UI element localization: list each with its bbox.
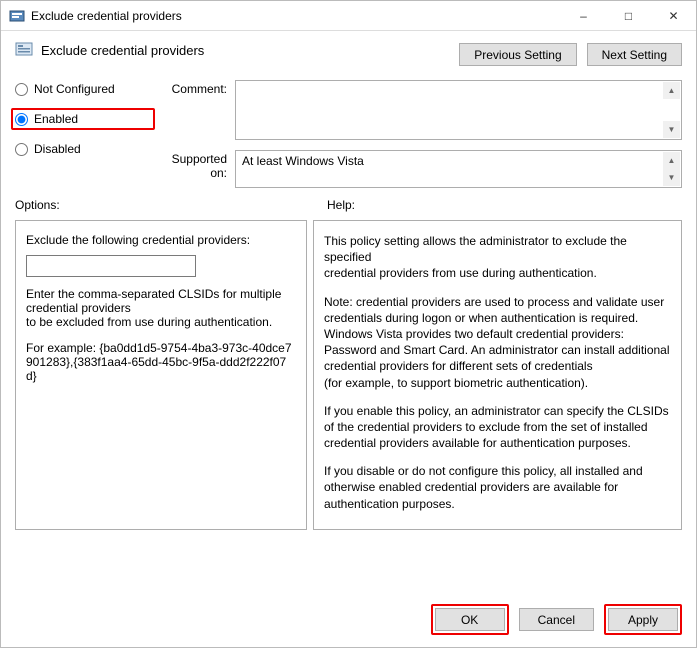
supported-text: At least Windows Vista [242, 154, 364, 168]
apply-button[interactable]: Apply [608, 608, 678, 631]
close-button[interactable]: ✕ [651, 1, 696, 30]
highlight-ok: OK [431, 604, 509, 635]
radio-enabled-label: Enabled [34, 112, 78, 126]
radio-not-configured-label: Not Configured [34, 82, 115, 96]
titlebar: Exclude credential providers – □ ✕ [1, 1, 696, 31]
exclude-providers-input[interactable] [26, 255, 196, 277]
radio-not-configured[interactable]: Not Configured [15, 82, 155, 96]
minimize-button[interactable]: – [561, 1, 606, 30]
next-setting-button[interactable]: Next Setting [587, 43, 682, 66]
options-example: For example: {ba0dd1d5-9754-4ba3-973c-40… [26, 341, 296, 383]
app-icon [9, 8, 25, 24]
radio-enabled[interactable]: Enabled [15, 112, 78, 126]
window-title: Exclude credential providers [31, 9, 561, 23]
options-panel: Exclude the following credential provide… [15, 220, 307, 530]
radio-disabled[interactable]: Disabled [15, 142, 155, 156]
policy-icon [15, 41, 33, 59]
maximize-button[interactable]: □ [606, 1, 651, 30]
window-controls: – □ ✕ [561, 1, 696, 30]
scroll-down-icon[interactable]: ▼ [663, 121, 680, 138]
highlight-apply: Apply [604, 604, 682, 635]
help-p2: Note: credential providers are used to p… [324, 294, 671, 391]
options-field-label: Exclude the following credential provide… [26, 233, 296, 247]
help-p1: This policy setting allows the administr… [324, 233, 671, 282]
radio-enabled-input[interactable] [15, 113, 28, 126]
comment-field[interactable]: ▲ ▼ [235, 80, 682, 140]
radio-not-configured-input[interactable] [15, 83, 28, 96]
help-p4: If you disable or do not configure this … [324, 463, 671, 512]
options-heading: Options: [15, 198, 327, 212]
help-panel: This policy setting allows the administr… [313, 220, 682, 530]
ok-button[interactable]: OK [435, 608, 505, 631]
supported-label: Supported on: [155, 150, 235, 188]
supported-field: At least Windows Vista ▲ ▼ [235, 150, 682, 188]
scroll-up-icon[interactable]: ▲ [663, 82, 680, 99]
help-heading: Help: [327, 198, 355, 212]
previous-setting-button[interactable]: Previous Setting [459, 43, 576, 66]
page-title: Exclude credential providers [41, 43, 204, 58]
scroll-up-icon[interactable]: ▲ [663, 152, 680, 169]
options-hint-2: to be excluded from use during authentic… [26, 315, 296, 329]
scroll-down-icon[interactable]: ▼ [663, 169, 680, 186]
cancel-button[interactable]: Cancel [519, 608, 594, 631]
highlight-enabled: Enabled [11, 108, 155, 130]
options-hint-1: Enter the comma-separated CLSIDs for mul… [26, 287, 296, 315]
help-p3: If you enable this policy, an administra… [324, 403, 671, 452]
radio-disabled-label: Disabled [34, 142, 81, 156]
radio-disabled-input[interactable] [15, 143, 28, 156]
comment-label: Comment: [155, 80, 235, 140]
